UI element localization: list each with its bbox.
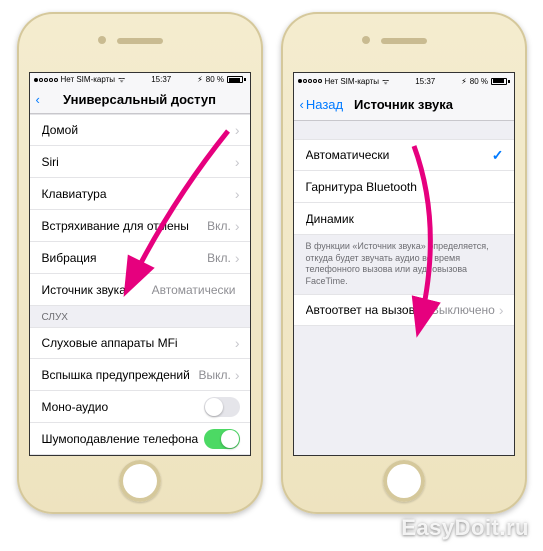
- option-label: Динамик: [306, 212, 504, 226]
- row-label: Вибрация: [42, 251, 208, 265]
- checkmark-icon: ✓: [492, 147, 504, 164]
- screen-accessibility: Нет SIM-карты ᯤ 15:37 ⚡︎ 80 % ‹ Универса…: [29, 72, 251, 456]
- row-hearing-devices[interactable]: Слуховые аппараты MFi ›: [30, 327, 250, 359]
- watermark: EasyDoit.ru: [401, 515, 529, 541]
- row-value: Автоматически: [152, 283, 236, 297]
- row-label: Встряхивание для отмены: [42, 219, 208, 233]
- row-value: Вкл.: [207, 251, 231, 265]
- row-siri[interactable]: Siri ›: [30, 146, 250, 178]
- row-label: Siri: [42, 155, 235, 169]
- chevron-right-icon: ›: [235, 335, 240, 351]
- battery-pct: 80 %: [470, 77, 488, 86]
- row-label: Автоответ на вызовы: [306, 303, 431, 317]
- nav-bar: ‹ Универсальный доступ: [30, 87, 250, 114]
- option-automatic[interactable]: Автоматически ✓: [294, 139, 514, 171]
- row-noise-cancel[interactable]: Шумоподавление телефона: [30, 423, 250, 455]
- option-bluetooth-headset[interactable]: Гарнитура Bluetooth: [294, 171, 514, 203]
- chevron-right-icon: ›: [235, 154, 240, 170]
- back-button[interactable]: ‹: [36, 92, 40, 107]
- chevron-right-icon: ›: [235, 367, 240, 383]
- option-label: Автоматически: [306, 148, 492, 162]
- row-value: Вкл.: [207, 219, 231, 233]
- chevron-right-icon: ›: [235, 250, 240, 266]
- row-home[interactable]: Домой ›: [30, 114, 250, 146]
- toggle-noise-cancel[interactable]: [204, 429, 240, 449]
- carrier-text: Нет SIM-карты: [325, 77, 380, 86]
- home-button[interactable]: [383, 460, 425, 502]
- battery-pct: 80 %: [206, 75, 224, 84]
- row-value: Выключено: [431, 303, 495, 317]
- chevron-right-icon: ›: [499, 302, 504, 318]
- chevron-left-icon: ‹: [300, 97, 304, 112]
- row-audio-source[interactable]: Источник звука Автоматически: [30, 274, 250, 306]
- row-label: Моно-аудио: [42, 400, 204, 414]
- section-hearing: слух: [30, 306, 250, 327]
- row-value: Выкл.: [198, 368, 230, 382]
- carrier-text: Нет SIM-карты: [61, 75, 116, 84]
- row-keyboard[interactable]: Клавиатура ›: [30, 178, 250, 210]
- toggle-mono-audio[interactable]: [204, 397, 240, 417]
- chevron-right-icon: ›: [235, 218, 240, 234]
- row-label: Вспышка предупреждений: [42, 368, 199, 382]
- back-label: Назад: [306, 97, 343, 112]
- nav-bar: ‹ Назад Источник звука: [294, 89, 514, 121]
- row-mono-audio[interactable]: Моно-аудио: [30, 391, 250, 423]
- option-label: Гарнитура Bluetooth: [306, 180, 504, 194]
- time-text: 15:37: [151, 75, 171, 84]
- row-label: Шумоподавление телефона: [42, 432, 204, 446]
- row-label: Слуховые аппараты MFi: [42, 336, 235, 350]
- chevron-left-icon: ‹: [36, 92, 40, 107]
- iphone-right: Нет SIM-карты ᯤ 15:37 ⚡︎ 80 % ‹ Назад Ис…: [281, 12, 527, 514]
- time-text: 15:37: [415, 77, 435, 86]
- page-title: Универсальный доступ: [63, 92, 216, 107]
- row-auto-answer[interactable]: Автоответ на вызовы Выключено ›: [294, 294, 514, 326]
- option-speaker[interactable]: Динамик: [294, 203, 514, 235]
- back-button[interactable]: ‹ Назад: [300, 97, 344, 112]
- chevron-right-icon: ›: [235, 122, 240, 138]
- row-shake-to-undo[interactable]: Встряхивание для отмены Вкл. ›: [30, 210, 250, 242]
- row-label: Клавиатура: [42, 187, 235, 201]
- section-footer: В функции «Источник звука» определяется,…: [294, 235, 514, 294]
- status-bar: Нет SIM-карты ᯤ 15:37 ⚡︎ 80 %: [30, 73, 250, 87]
- row-vibration[interactable]: Вибрация Вкл. ›: [30, 242, 250, 274]
- iphone-left: Нет SIM-карты ᯤ 15:37 ⚡︎ 80 % ‹ Универса…: [17, 12, 263, 514]
- screen-audio-source: Нет SIM-карты ᯤ 15:37 ⚡︎ 80 % ‹ Назад Ис…: [293, 72, 515, 456]
- home-button[interactable]: [119, 460, 161, 502]
- page-title: Источник звука: [354, 97, 453, 112]
- status-bar: Нет SIM-карты ᯤ 15:37 ⚡︎ 80 %: [294, 73, 514, 89]
- row-label: Домой: [42, 123, 235, 137]
- row-label: Источник звука: [42, 283, 152, 297]
- chevron-right-icon: ›: [235, 186, 240, 202]
- row-led-flash[interactable]: Вспышка предупреждений Выкл. ›: [30, 359, 250, 391]
